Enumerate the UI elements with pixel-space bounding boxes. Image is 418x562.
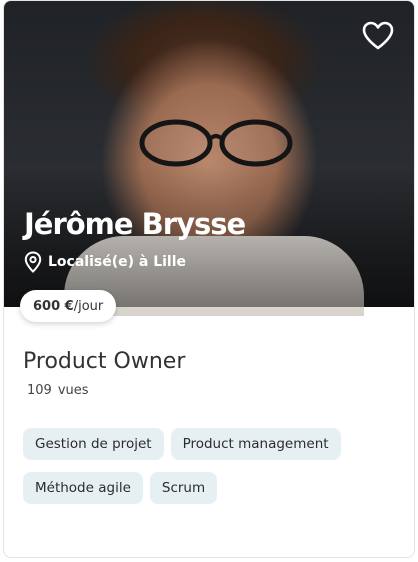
heart-icon[interactable]: [362, 21, 394, 51]
profile-location: Localisé(e) à Lille: [24, 251, 186, 273]
rate-amount: 600 €: [33, 298, 74, 314]
skill-tags: Gestion de projet Product management Mét…: [23, 428, 393, 504]
profile-card[interactable]: Jérôme Brysse Localisé(e) à Lille 600 € /…: [3, 0, 415, 558]
job-title: Product Owner: [23, 349, 186, 374]
profile-name: Jérôme Brysse: [24, 207, 246, 241]
view-count: 109 vues: [27, 383, 89, 398]
location-label: Localisé(e) à Lille: [48, 254, 187, 270]
skill-tag: Gestion de projet: [23, 428, 164, 460]
photo-glasses-shape: [139, 119, 293, 167]
daily-rate-badge: 600 €/jour: [20, 290, 117, 322]
location-pin-icon: [24, 251, 42, 273]
view-count-number: 109: [27, 383, 52, 398]
rate-unit: /jour: [73, 298, 104, 314]
view-count-label: vues: [57, 383, 89, 398]
profile-photo: Jérôme Brysse Localisé(e) à Lille: [4, 1, 414, 316]
skill-tag: Scrum: [149, 472, 218, 504]
skill-tag: Product management: [170, 428, 341, 460]
skill-tag: Méthode agile: [23, 472, 143, 504]
